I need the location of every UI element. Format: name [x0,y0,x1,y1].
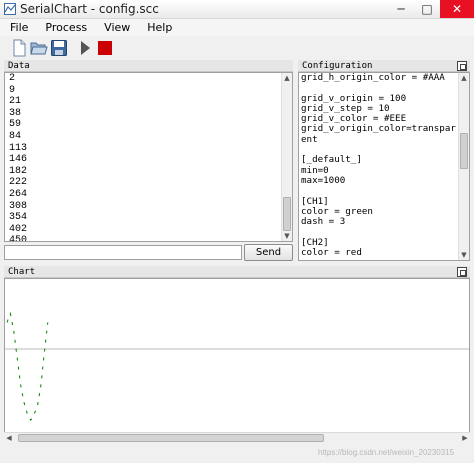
config-text: grid_h_origin_color = #AAA grid_v_origin… [301,72,456,259]
maximize-button[interactable]: □ [414,0,440,18]
chart-svg [5,311,469,422]
stop-icon[interactable] [96,39,114,57]
data-line: 146 [9,154,28,166]
data-line: 84 [9,130,22,142]
data-line: 222 [9,177,28,189]
scroll-left-icon[interactable]: ◀ [4,433,14,443]
chart-scrollbar[interactable]: ◀ ▶ [4,432,470,443]
app-icon [4,3,16,15]
title-bar[interactable]: SerialChart - config.scc ─ □ ✕ [0,0,474,19]
config-panel-header: Configuration [298,60,470,72]
scroll-up-icon[interactable]: ▲ [282,73,292,83]
save-disk-icon[interactable] [50,39,68,57]
send-button[interactable]: Send [244,244,293,261]
new-file-icon[interactable] [10,39,28,57]
float-panel-icon[interactable] [457,267,467,277]
send-input[interactable] [4,245,242,260]
window-title: SerialChart - config.scc [20,2,159,16]
data-line: 59 [9,119,22,131]
menu-help[interactable]: Help [137,19,179,36]
app-window: SerialChart - config.scc ─ □ ✕ File Proc… [0,0,474,463]
data-panel-header: Data [4,60,293,72]
data-line: 9 [9,84,16,96]
config-panel-title: Configuration [302,61,373,71]
scroll-down-icon[interactable]: ▼ [282,231,292,241]
data-output[interactable]: 2 9 21 38 59 84 113 146 182 222 264 308 354 402 450 ▲ … [4,72,293,242]
toolbar [0,36,474,60]
data-line: 308 [9,200,28,212]
menu-bar: File Process View Help [0,19,474,36]
config-editor[interactable]: grid_h_origin_color = #AAA grid_v_origin… [298,72,470,261]
chart-panel-header: Chart [4,266,470,278]
menu-view[interactable]: View [94,19,137,36]
data-line: 182 [9,165,28,177]
config-scroll-thumb[interactable] [460,133,468,169]
watermark-text: https://blog.csdn.net/weixin_20230315 [318,448,455,457]
data-line: 38 [9,107,22,119]
scroll-down-icon[interactable]: ▼ [459,250,469,260]
menu-file[interactable]: File [0,19,35,36]
run-play-icon[interactable] [76,39,94,57]
data-line: 402 [9,223,28,235]
chart-scroll-thumb[interactable] [18,434,324,442]
data-line: 450 [9,235,28,242]
scroll-up-icon[interactable]: ▲ [459,73,469,83]
chart-canvas [4,278,470,443]
open-folder-icon[interactable] [30,39,48,57]
data-line: 2 [9,73,16,84]
chart-series-line [6,311,49,422]
data-panel-title: Data [8,61,30,71]
scroll-right-icon[interactable]: ▶ [460,433,470,443]
chart-panel-title: Chart [8,267,36,277]
float-panel-icon[interactable] [457,61,467,71]
data-line: 264 [9,188,28,200]
config-scrollbar[interactable]: ▲ ▼ [458,73,469,260]
data-line: 21 [9,96,22,108]
data-line: 113 [9,142,28,154]
close-button[interactable]: ✕ [440,0,474,18]
data-lines: 2 9 21 38 59 84 113 146 182 222 264 308 354 402 450 [9,73,28,242]
data-scrollbar[interactable]: ▲ ▼ [281,73,292,241]
data-scroll-thumb[interactable] [283,197,291,231]
menu-process[interactable]: Process [35,19,94,36]
data-line: 354 [9,212,28,224]
minimize-button[interactable]: ─ [388,0,414,18]
